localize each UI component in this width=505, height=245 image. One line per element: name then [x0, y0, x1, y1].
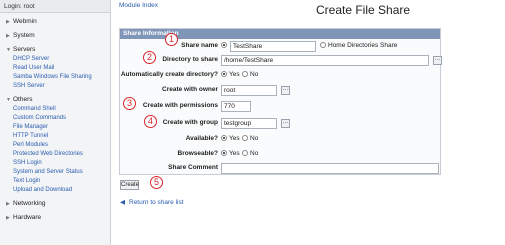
- sidebar-link-command-shell[interactable]: Command Shell: [0, 105, 110, 114]
- expanded-arrow-icon: ▼: [6, 47, 11, 53]
- radio-unselected-icon: [242, 135, 248, 141]
- row-permissions: Create with permissions 770: [120, 101, 442, 113]
- group-label: Create with group: [162, 119, 218, 126]
- sidebar-section-networking[interactable]: ▶ Networking: [0, 199, 110, 209]
- radio-selected-icon: [221, 150, 227, 156]
- permissions-label: Create with permissions: [142, 102, 218, 109]
- sidebar-link-text-login[interactable]: Text Login: [0, 177, 110, 186]
- create-button[interactable]: Create: [120, 180, 139, 190]
- sidebar-link-ssh-login[interactable]: SSH Login: [0, 159, 110, 168]
- share-name-label: Share name: [181, 42, 218, 49]
- available-label: Available?: [185, 135, 218, 142]
- sidebar-link-http-tunnel[interactable]: HTTP Tunnel: [0, 132, 110, 141]
- sidebar-link-system-server-status[interactable]: System and Server Status: [0, 168, 110, 177]
- sidebar-link-upload-download[interactable]: Upload and Download: [0, 186, 110, 195]
- row-comment: Share Comment: [120, 163, 442, 175]
- share-name-input[interactable]: TestShare: [230, 41, 316, 52]
- share-information-panel: Share Information Share name TestShare H…: [119, 28, 442, 175]
- sidebar-section-system[interactable]: ▶ System: [0, 31, 110, 41]
- annotation-marker-1: 1: [165, 33, 178, 46]
- sidebar-link-ssh-server[interactable]: SSH Server: [0, 82, 110, 91]
- sidebar-link-read-user-mail[interactable]: Read User Mail: [0, 64, 110, 73]
- page-title: Create File Share: [316, 3, 411, 17]
- annotation-marker-5: 5: [150, 176, 163, 189]
- back-arrow-icon: ◀: [120, 199, 125, 206]
- auto-create-no-radio[interactable]: No: [242, 71, 258, 78]
- share-name-radio[interactable]: [221, 42, 229, 49]
- row-directory: Directory to share /home/TestShare …: [120, 55, 442, 67]
- row-owner: Create with owner root …: [120, 85, 442, 97]
- main-content: Module Index Create File Share Share Inf…: [116, 0, 505, 245]
- expanded-arrow-icon: ▼: [6, 97, 11, 103]
- home-directories-radio[interactable]: Home Directories Share: [320, 42, 397, 49]
- owner-label: Create with owner: [162, 86, 218, 93]
- group-browse-button[interactable]: …: [281, 119, 290, 128]
- sidebar-link-protected-web-directories[interactable]: Protected Web Directories: [0, 150, 110, 159]
- module-index-link[interactable]: Module Index: [119, 2, 158, 9]
- collapsed-arrow-icon: ▶: [6, 19, 10, 25]
- auto-create-yes-radio[interactable]: Yes: [221, 71, 240, 78]
- browseable-yes-radio[interactable]: Yes: [221, 150, 240, 157]
- sidebar-link-dhcp-server[interactable]: DHCP Server: [0, 55, 110, 64]
- owner-input[interactable]: root: [221, 85, 277, 96]
- radio-unselected-icon: [242, 71, 248, 77]
- row-browseable: Browseable? Yes No: [120, 149, 442, 161]
- collapsed-arrow-icon: ▶: [6, 201, 10, 207]
- radio-selected-icon: [221, 135, 227, 141]
- directory-input[interactable]: /home/TestShare: [221, 55, 429, 66]
- browseable-label: Browseable?: [177, 150, 218, 157]
- available-no-radio[interactable]: No: [242, 135, 258, 142]
- available-yes-radio[interactable]: Yes: [221, 135, 240, 142]
- login-status: Login: root: [0, 0, 110, 13]
- browseable-no-radio[interactable]: No: [242, 150, 258, 157]
- radio-selected-icon: [221, 71, 227, 77]
- sidebar-link-file-manager[interactable]: File Manager: [0, 123, 110, 132]
- annotation-marker-3: 3: [123, 97, 136, 110]
- sidebar-link-perl-modules[interactable]: Perl Modules: [0, 141, 110, 150]
- sidebar-link-samba[interactable]: Samba Windows File Sharing: [0, 73, 110, 82]
- row-auto-create: Automatically create directory? Yes No: [120, 70, 442, 82]
- radio-unselected-icon: [242, 150, 248, 156]
- collapsed-arrow-icon: ▶: [6, 33, 10, 39]
- auto-create-label: Automatically create directory?: [120, 71, 218, 78]
- row-group: Create with group testgroup …: [120, 118, 442, 130]
- sidebar-link-custom-commands[interactable]: Custom Commands: [0, 114, 110, 123]
- sidebar: Login: root ▶ Webmin ▶ System ▼ Servers DHC…: [0, 0, 111, 245]
- comment-input[interactable]: [221, 163, 439, 174]
- sidebar-section-hardware[interactable]: ▶ Hardware: [0, 213, 110, 223]
- permissions-input[interactable]: 770: [221, 101, 251, 112]
- row-available: Available? Yes No: [120, 134, 442, 146]
- annotation-marker-4: 4: [144, 115, 157, 128]
- comment-label: Share Comment: [168, 164, 218, 171]
- sidebar-section-servers[interactable]: ▼ Servers: [0, 45, 110, 55]
- sidebar-section-webmin[interactable]: ▶ Webmin: [0, 17, 110, 27]
- collapsed-arrow-icon: ▶: [6, 215, 10, 221]
- directory-label: Directory to share: [162, 56, 218, 63]
- group-input[interactable]: testgroup: [221, 118, 277, 129]
- return-to-share-list-link[interactable]: ◀ Return to share list: [120, 198, 184, 206]
- annotation-marker-2: 2: [143, 51, 156, 64]
- radio-unselected-icon: [320, 42, 326, 48]
- radio-selected-icon: [221, 42, 227, 48]
- owner-browse-button[interactable]: …: [281, 86, 290, 95]
- directory-browse-button[interactable]: …: [433, 56, 442, 65]
- sidebar-section-others[interactable]: ▼ Others: [0, 95, 110, 105]
